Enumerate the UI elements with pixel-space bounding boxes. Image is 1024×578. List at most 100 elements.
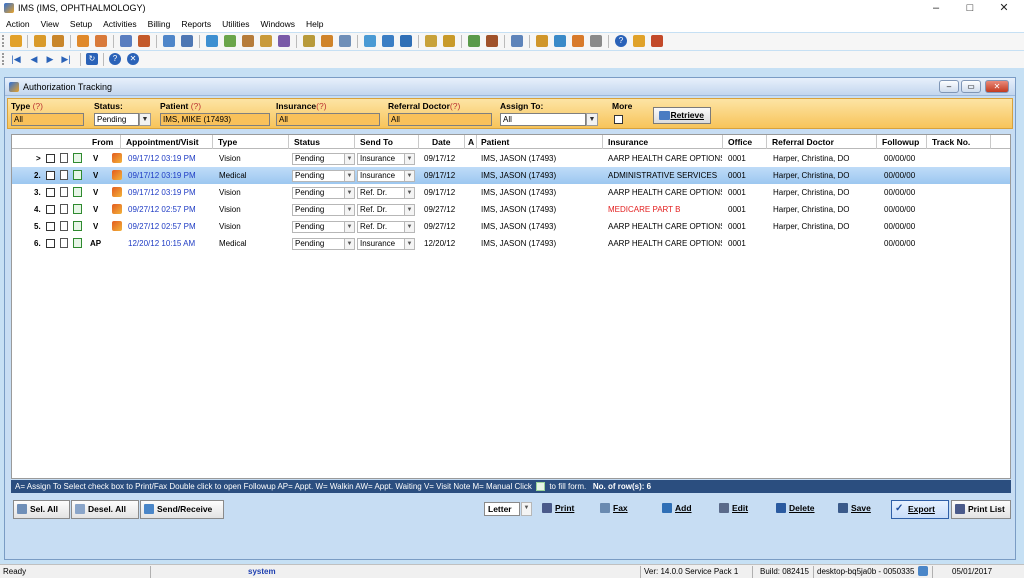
chevron-down-icon[interactable]: ▼ [344, 187, 355, 199]
document-icon[interactable] [60, 221, 68, 231]
fill-form-icon[interactable] [73, 153, 82, 163]
lab-icon[interactable] [138, 35, 150, 47]
task-icon[interactable] [536, 35, 548, 47]
chevron-down-icon[interactable]: ▼ [404, 238, 415, 250]
insurance-filter-field[interactable]: All [276, 113, 380, 126]
mail-icon[interactable] [364, 35, 376, 47]
close-circle-icon[interactable]: ✕ [127, 53, 139, 65]
chevron-down-icon[interactable]: ▼ [344, 238, 355, 250]
row-appointment[interactable]: 09/17/12 03:19 PM [128, 188, 196, 197]
chevron-down-icon[interactable]: ▼ [344, 221, 355, 233]
exit-icon[interactable] [651, 35, 663, 47]
column-divider[interactable] [476, 135, 477, 149]
child-close-button[interactable]: ✕ [985, 80, 1009, 93]
inventory-icon[interactable] [468, 35, 480, 47]
type-filter-field[interactable]: All [11, 113, 84, 126]
column-divider[interactable] [212, 135, 213, 149]
column-from[interactable]: From [92, 137, 113, 147]
send-receive-button[interactable]: Send/Receive [140, 500, 224, 519]
table-row[interactable]: 5. V 09/27/12 02:57 PM Vision Pending ▼ … [12, 218, 1010, 235]
row-status-select[interactable]: Pending [292, 204, 345, 216]
table-row[interactable]: 6. AP 12/20/12 10:15 AM Medical Pending … [12, 235, 1010, 252]
menu-billing[interactable]: Billing [142, 17, 176, 29]
first-record-icon[interactable]: |◀ [10, 53, 22, 65]
column-divider[interactable] [418, 135, 419, 149]
fax-button[interactable]: Fax [597, 500, 645, 519]
toolbar-grip[interactable] [2, 35, 4, 47]
table-row[interactable]: > V 09/17/12 03:19 PM Vision Pending ▼ I… [12, 150, 1010, 167]
row-send-to-select[interactable]: Insurance [357, 170, 405, 182]
next-record-icon[interactable]: ▶ [44, 53, 56, 65]
calculator-icon[interactable] [590, 35, 602, 47]
row-send-to-select[interactable]: Ref. Dr. [357, 204, 405, 216]
child-minimize-button[interactable]: – [939, 80, 959, 93]
visit-note-icon[interactable] [112, 204, 122, 214]
report-icon[interactable] [303, 35, 315, 47]
chevron-down-icon[interactable]: ▼ [404, 187, 415, 199]
row-status-select[interactable]: Pending [292, 187, 345, 199]
menu-help[interactable]: Help [300, 17, 328, 29]
chevron-down-icon[interactable]: ▼ [344, 204, 355, 216]
link-icon[interactable] [400, 35, 412, 47]
row-followup[interactable]: 00/00/00 [884, 154, 915, 163]
folder-icon[interactable] [425, 35, 437, 47]
column-divider[interactable] [990, 135, 991, 149]
column-assigned[interactable]: A [468, 137, 474, 147]
chevron-down-icon[interactable]: ▼ [521, 502, 532, 516]
print-list-button[interactable]: Print List [951, 500, 1011, 519]
save-button[interactable]: Save [835, 500, 883, 519]
batch-icon[interactable] [278, 35, 290, 47]
visit-note-icon[interactable] [112, 221, 122, 231]
patient-filter-field[interactable]: IMS, MIKE (17493) [160, 113, 270, 126]
lock-icon[interactable] [633, 35, 645, 47]
document-icon[interactable] [60, 153, 68, 163]
help-icon[interactable]: ? [109, 53, 121, 65]
document-icon[interactable] [60, 187, 68, 197]
menu-setup[interactable]: Setup [64, 17, 97, 29]
column-patient[interactable]: Patient [481, 137, 509, 147]
row-status-select[interactable]: Pending [292, 238, 345, 250]
row-appointment[interactable]: 09/17/12 03:19 PM [128, 154, 196, 163]
row-appointment[interactable]: 09/27/12 02:57 PM [128, 222, 196, 231]
chart-icon[interactable] [120, 35, 132, 47]
column-office[interactable]: Office [728, 137, 752, 147]
close-button[interactable]: ✕ [984, 0, 1024, 17]
column-track-no[interactable]: Track No. [932, 137, 970, 147]
column-divider[interactable] [120, 135, 121, 149]
delete-button[interactable]: Delete [773, 500, 829, 519]
select-all-button[interactable]: Sel. All [13, 500, 70, 519]
help-icon[interactable]: ? [615, 35, 627, 47]
row-followup[interactable]: 00/00/00 [884, 222, 915, 231]
schedule-icon[interactable] [77, 35, 89, 47]
menu-reports[interactable]: Reports [175, 17, 216, 29]
status-dropdown-icon[interactable]: ▼ [139, 113, 151, 126]
visit-note-icon[interactable] [112, 170, 122, 180]
column-referral-doctor[interactable]: Referral Doctor [772, 137, 834, 147]
last-record-icon[interactable]: ▶| [60, 53, 72, 65]
document-icon[interactable] [60, 204, 68, 214]
retrieve-button[interactable]: Retrieve [653, 107, 711, 124]
column-divider[interactable] [926, 135, 927, 149]
row-send-to-select[interactable]: Insurance [357, 153, 405, 165]
visit-note-icon[interactable] [112, 153, 122, 163]
row-select-checkbox[interactable] [46, 171, 55, 180]
row-select-checkbox[interactable] [46, 222, 55, 231]
archive-icon[interactable] [443, 35, 455, 47]
refresh-list-icon[interactable] [554, 35, 566, 47]
print-button[interactable]: Print [539, 500, 589, 519]
row-send-to-select[interactable]: Ref. Dr. [357, 221, 405, 233]
calendar-icon[interactable] [95, 35, 107, 47]
menu-action[interactable]: Action [0, 17, 35, 29]
document-icon[interactable] [60, 170, 68, 180]
statement-icon[interactable] [321, 35, 333, 47]
notes-icon[interactable] [181, 35, 193, 47]
chevron-down-icon[interactable]: ▼ [404, 221, 415, 233]
row-followup[interactable]: 00/00/00 [884, 239, 915, 248]
chevron-down-icon[interactable]: ▼ [404, 170, 415, 182]
assign-to-dropdown-icon[interactable]: ▼ [586, 113, 598, 126]
fill-form-icon[interactable] [73, 170, 82, 180]
column-divider[interactable] [722, 135, 723, 149]
document-icon[interactable] [163, 35, 175, 47]
column-date[interactable]: Date [432, 137, 450, 147]
row-send-to-select[interactable]: Ref. Dr. [357, 187, 405, 199]
